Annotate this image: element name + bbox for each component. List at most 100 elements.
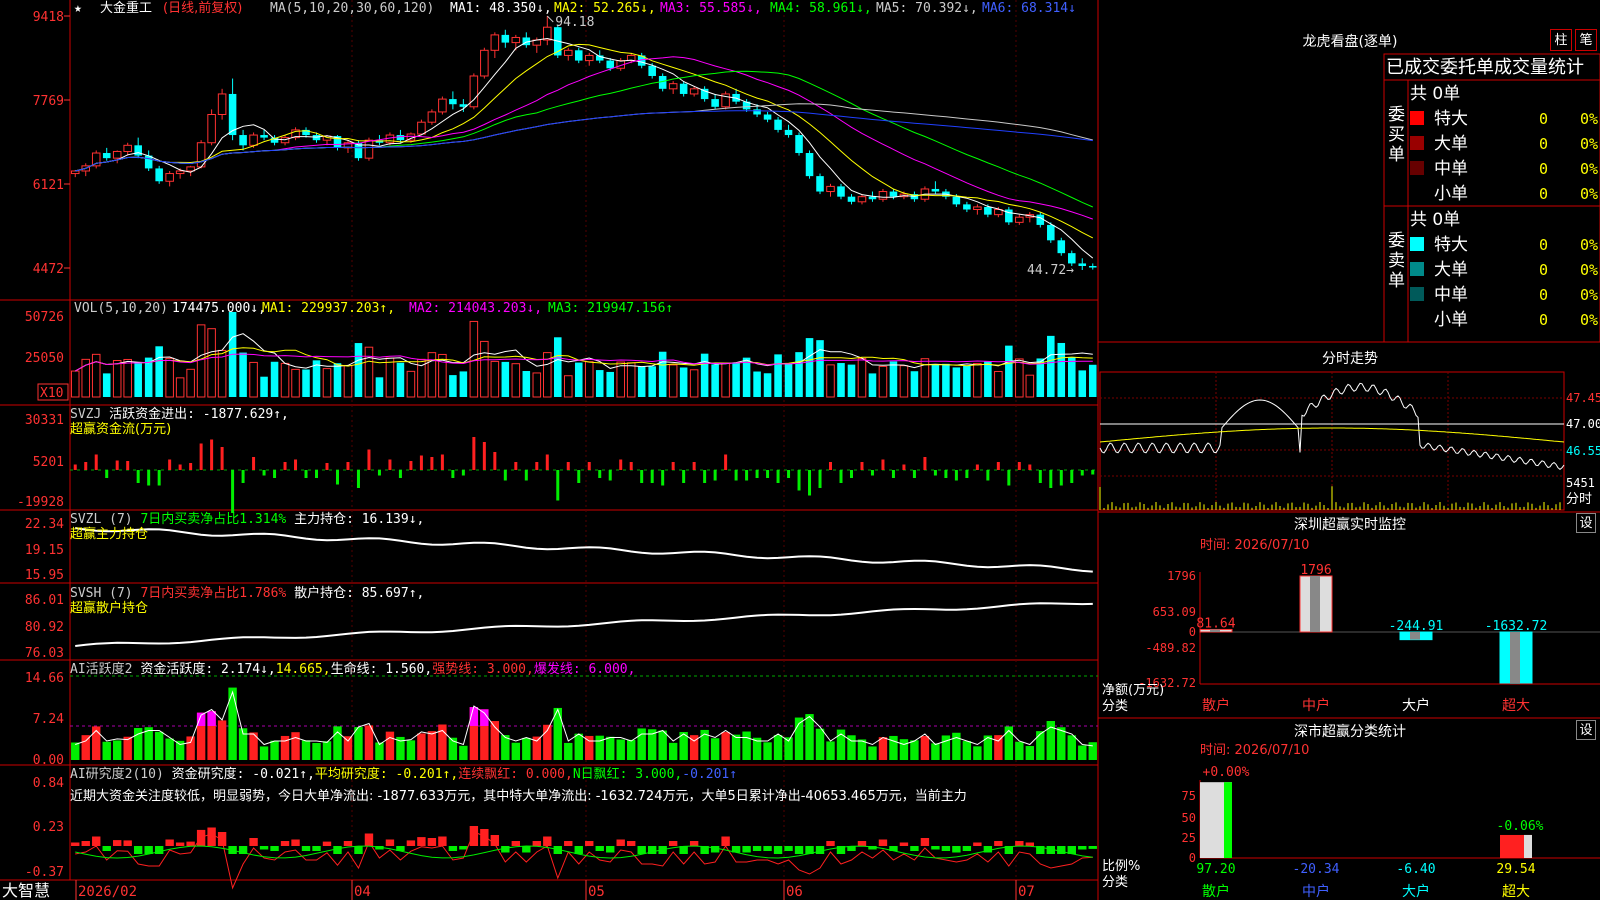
ai-research-bar <box>668 841 678 846</box>
svzj-bar <box>503 470 507 481</box>
ai-activity-bar <box>165 738 174 760</box>
volume-bar <box>406 370 416 398</box>
candle-body <box>144 155 153 169</box>
monitor-settings-button[interactable]: 设 <box>1576 513 1596 533</box>
svzj-bar <box>1038 470 1042 483</box>
price-tick-label: 9418 <box>33 10 64 25</box>
ai-activity-bar <box>270 740 279 760</box>
price-tick-label: 6121 <box>33 178 64 193</box>
candle-body <box>847 196 856 202</box>
vol-scale-label: X10 <box>40 386 63 401</box>
ai-research-bar <box>616 839 625 846</box>
ma-line <box>75 103 1093 172</box>
ai1-tick-label: 7.24 <box>33 712 64 727</box>
svzj-bar <box>189 463 193 470</box>
svzj-bar <box>147 470 151 486</box>
svzj-bar <box>975 464 979 470</box>
sell-row-pct: 0% <box>1580 311 1598 329</box>
tick-mode-button[interactable]: 笔 <box>1575 29 1597 51</box>
ai-activity-bar <box>364 725 374 760</box>
ai-activity-bar <box>1004 726 1014 760</box>
volume-bar <box>501 361 510 397</box>
fs-avg-line <box>1099 427 1565 443</box>
svzj-bar <box>168 459 172 470</box>
candle-body <box>260 135 268 138</box>
ai-research-bar <box>532 841 541 846</box>
ma-value: MA1: 48.350↓, <box>450 1 552 16</box>
svzj-bar <box>199 443 203 470</box>
ai-activity-bar <box>427 731 437 760</box>
candle-body <box>312 135 321 141</box>
volume-bar <box>700 353 709 397</box>
stat-value: 97.20 <box>1196 862 1235 877</box>
ai-activity-bar <box>616 739 625 760</box>
svzj-bar <box>839 470 843 483</box>
svsh-tick-label: 76.03 <box>25 646 64 661</box>
volume-bar <box>816 340 824 397</box>
ai-research-bar <box>826 841 835 846</box>
chart-period: (日线,前复权) <box>163 0 242 16</box>
svzj-bar <box>84 462 88 470</box>
stat-settings-button[interactable]: 设 <box>1576 720 1596 740</box>
svzl-series <box>75 527 1093 573</box>
bar-mode-button[interactable]: 柱 <box>1550 29 1572 51</box>
volume-bar <box>1025 374 1035 398</box>
svzj-bar <box>115 460 119 470</box>
ma-label: MA(5,10,20,30,60,120) <box>270 1 434 16</box>
volume-bar <box>260 376 268 397</box>
volume-bar <box>984 361 992 397</box>
candle-body <box>952 196 961 205</box>
buy-row-count: 0 <box>1539 160 1548 178</box>
volume-bar <box>480 340 489 398</box>
main-chart[interactable]: 94.18 44.72→ ★ 大金重工 (日线,前复权) MA(5,10,20,30,6… <box>0 0 1600 900</box>
ai-research-bar <box>689 841 699 846</box>
volume-bar <box>134 363 142 397</box>
buy-row-label: 中单 <box>1434 159 1468 179</box>
volume-bar <box>155 346 163 397</box>
ai-activity-bar <box>742 731 751 760</box>
svzj-bar <box>1091 470 1095 475</box>
volume-bar <box>553 337 562 397</box>
volume-bar <box>322 368 332 398</box>
ai-research-bar <box>343 841 353 846</box>
ai-research-bar <box>207 827 216 846</box>
candle-body <box>417 121 426 135</box>
candle-body <box>763 114 772 120</box>
sell-row-pct: 0% <box>1580 286 1598 304</box>
ai-activity-bar <box>113 740 122 760</box>
volume-bar <box>490 360 500 398</box>
volume-bar <box>826 364 835 398</box>
svsh-tick-label: 80.92 <box>25 620 64 635</box>
candle-body <box>123 144 132 152</box>
sell-row-label: 特大 <box>1434 235 1468 255</box>
candle-body <box>668 83 678 90</box>
volume-bar <box>942 363 950 397</box>
svzl-subtitle: 超赢主力持仓 <box>70 526 148 542</box>
brand-label: 大智慧 <box>2 881 50 900</box>
volume-bar <box>1005 345 1013 397</box>
candle-body <box>878 191 888 200</box>
candle-body <box>826 185 835 193</box>
volume-bar <box>805 338 814 397</box>
candle-body <box>1015 216 1024 223</box>
vol-tick-label: 25050 <box>25 351 64 366</box>
ai-activity-bar <box>564 742 573 760</box>
ai-activity-bar <box>637 728 646 760</box>
ai-research-bar <box>175 842 185 846</box>
svzj-bar <box>430 457 434 470</box>
svzj-bar <box>524 470 528 481</box>
svzj-bar <box>514 462 518 470</box>
ai-research-bar <box>312 846 321 851</box>
svzj-bar <box>1080 470 1084 476</box>
stat-category: 大户 <box>1402 883 1430 900</box>
ai-research-bar <box>113 840 122 846</box>
volume-bar <box>721 362 730 398</box>
candlesticks <box>70 16 1097 270</box>
svzj-bar <box>273 470 277 478</box>
ai-research-bar <box>564 841 573 846</box>
ai-research-bar <box>910 846 919 851</box>
volume-bar <box>963 365 971 397</box>
stat-cat-label: 分类 <box>1102 875 1128 890</box>
ai2-tick-label: -0.37 <box>25 865 64 880</box>
ai-research-bars <box>71 826 1097 890</box>
